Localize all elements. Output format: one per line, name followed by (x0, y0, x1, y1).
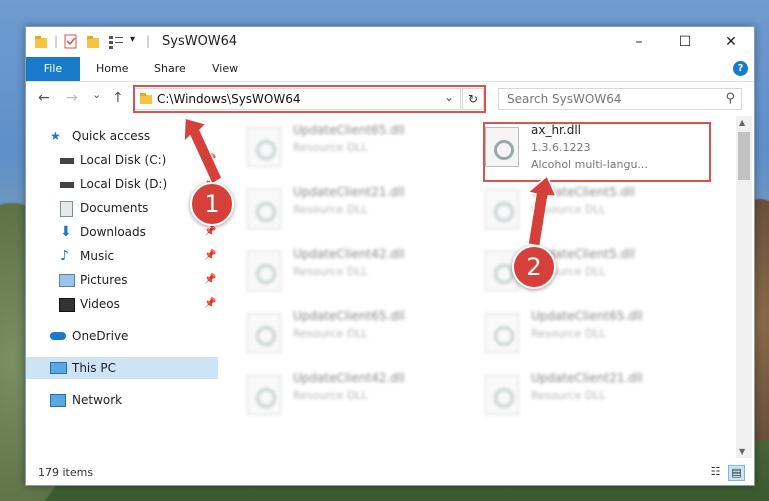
arrow-1 (183, 117, 223, 186)
step-marker-2: 2 (512, 245, 556, 289)
step-marker-1: 1 (190, 182, 234, 226)
annotation-arrows (183, 117, 558, 247)
arrow-2 (526, 174, 558, 247)
